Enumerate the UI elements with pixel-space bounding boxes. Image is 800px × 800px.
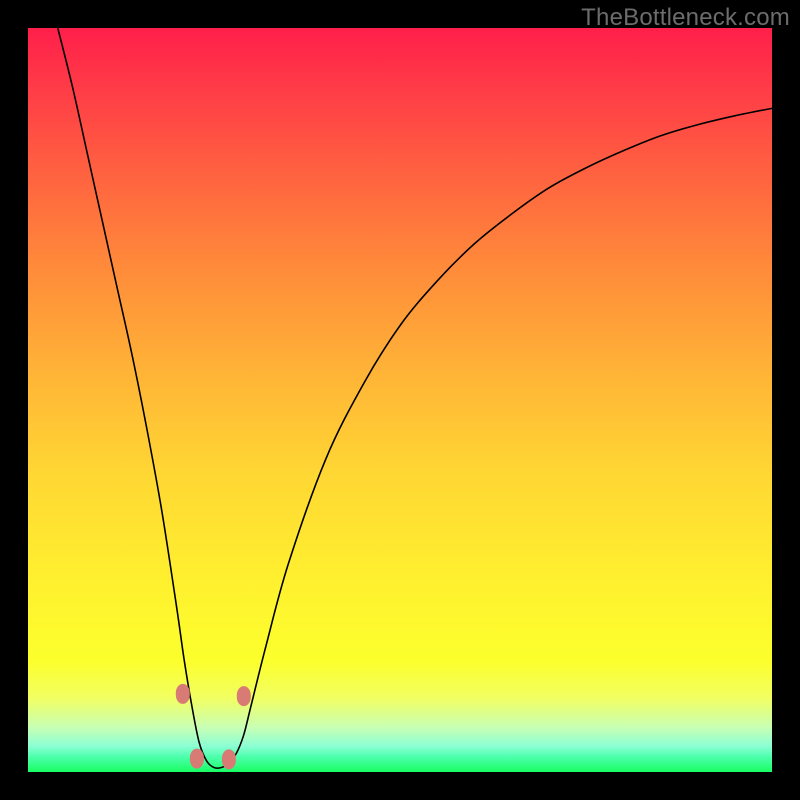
bottleneck-plot xyxy=(28,28,772,772)
curve-marker xyxy=(237,686,251,706)
curve-marker xyxy=(190,749,204,769)
curve-marker xyxy=(176,684,190,704)
curve-markers xyxy=(176,684,251,770)
attribution-text: TheBottleneck.com xyxy=(581,4,790,32)
curve-marker xyxy=(222,749,236,769)
bottleneck-curve xyxy=(58,28,772,768)
chart-frame xyxy=(28,28,772,772)
